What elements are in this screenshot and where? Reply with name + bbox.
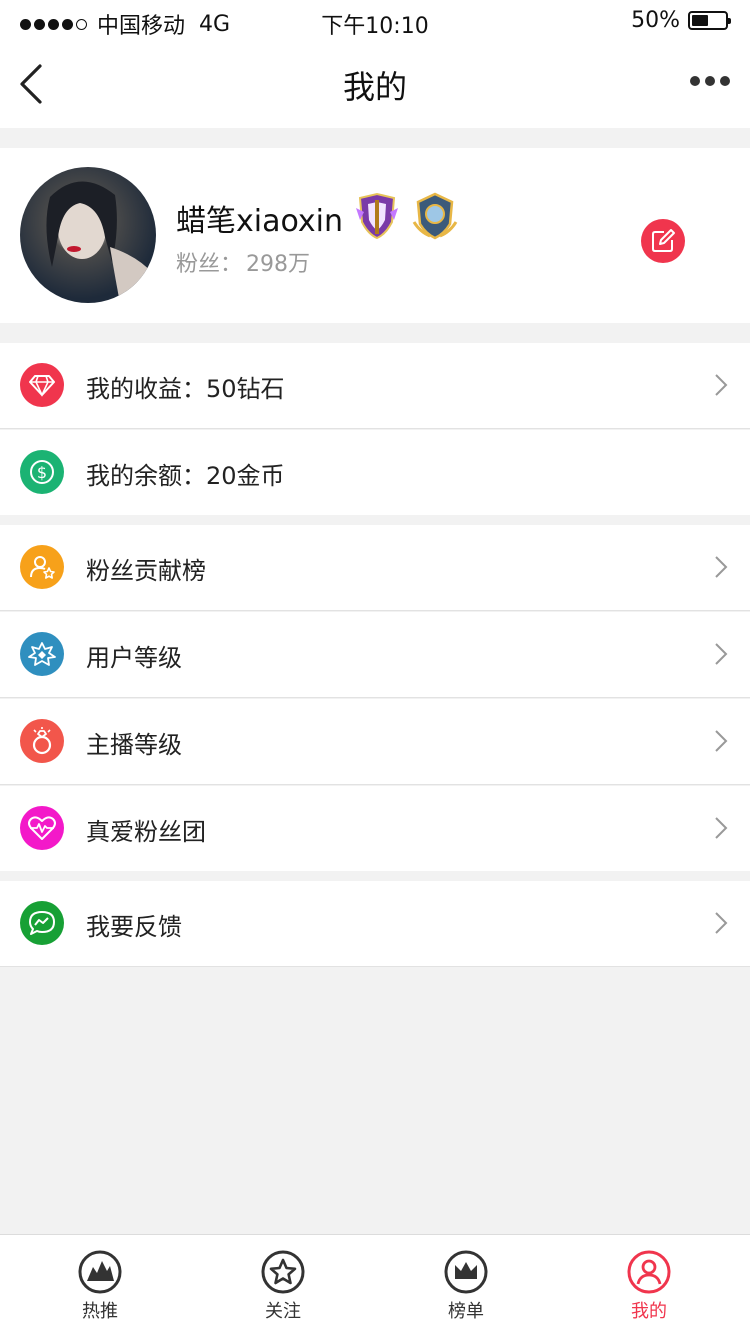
fans-count: 298万	[246, 252, 311, 277]
shield-badge-icon	[356, 192, 398, 240]
star-icon	[261, 1250, 305, 1294]
status-bar: 中国移动 4G 下午10:10 50%	[0, 0, 750, 42]
menu-label-balance: 我的余额：20金币	[86, 462, 285, 490]
menu-item-feedback[interactable]: 我要反馈	[0, 881, 750, 966]
tab-me[interactable]: 我的	[589, 1249, 709, 1323]
crown-icon	[444, 1250, 488, 1294]
menu-item-user-level[interactable]: 用户等级	[0, 612, 750, 697]
heartbeat-icon	[20, 806, 64, 850]
chevron-right-icon	[715, 912, 728, 934]
nav-bar: 我的	[0, 42, 750, 128]
svg-text:$: $	[37, 463, 47, 482]
tab-ranking[interactable]: 榜单	[406, 1249, 526, 1323]
status-right: 50%	[631, 8, 731, 33]
menu-label-true-love-club: 真爱粉丝团	[86, 818, 206, 846]
fans-info: 粉丝： 298万	[176, 246, 310, 278]
menu-label-fan-ranking: 粉丝贡献榜	[86, 557, 206, 585]
chevron-right-icon	[715, 817, 728, 839]
coin-icon: $	[20, 450, 64, 494]
fans-label: 粉丝：	[176, 252, 243, 277]
tab-hot[interactable]: 热推	[40, 1249, 160, 1323]
tab-label: 榜单	[448, 1301, 484, 1322]
page-title: 我的	[342, 68, 407, 106]
more-options-icon[interactable]	[690, 76, 730, 86]
tab-label: 热推	[82, 1301, 118, 1322]
chevron-right-icon	[715, 643, 728, 665]
divider	[0, 428, 750, 429]
tab-bar: 热推 关注 榜单 我的	[0, 1234, 750, 1334]
tab-label: 关注	[265, 1301, 301, 1322]
divider	[0, 610, 750, 611]
menu-item-host-level[interactable]: 主播等级	[0, 699, 750, 784]
battery-percent: 50%	[631, 8, 680, 33]
edit-icon	[652, 229, 675, 252]
ring-icon	[20, 719, 64, 763]
battery-icon	[688, 11, 731, 30]
tab-label: 我的	[631, 1301, 667, 1322]
flame-icon	[78, 1250, 122, 1294]
chevron-right-icon	[715, 556, 728, 578]
fan-star-icon	[20, 545, 64, 589]
menu-item-earnings[interactable]: 我的收益：50钻石	[0, 343, 750, 428]
user-icon	[627, 1250, 671, 1294]
menu-item-fan-ranking[interactable]: 粉丝贡献榜	[0, 525, 750, 610]
diamond-icon	[20, 363, 64, 407]
menu-item-balance: $ 我的余额：20金币	[0, 430, 750, 515]
chevron-right-icon	[715, 730, 728, 752]
menu-label-feedback: 我要反馈	[86, 913, 182, 941]
divider	[0, 966, 750, 967]
menu-item-true-love-club[interactable]: 真爱粉丝团	[0, 786, 750, 871]
divider	[0, 784, 750, 785]
divider	[0, 697, 750, 698]
username: 蜡笔xiaoxin	[176, 204, 344, 239]
level-badge-icon	[20, 632, 64, 676]
profile-card: 蜡笔xiaoxin 粉丝： 298万	[0, 148, 750, 323]
tab-follow[interactable]: 关注	[223, 1249, 343, 1323]
crest-badge-icon	[412, 192, 458, 240]
menu-label-host-level: 主播等级	[86, 731, 182, 759]
menu-label-earnings: 我的收益：50钻石	[86, 375, 285, 403]
menu-label-user-level: 用户等级	[86, 644, 182, 672]
chevron-right-icon	[715, 374, 728, 396]
edit-profile-button[interactable]	[641, 219, 685, 263]
feedback-chat-icon	[20, 901, 64, 945]
avatar[interactable]	[20, 167, 156, 303]
battery-fill	[692, 15, 708, 26]
